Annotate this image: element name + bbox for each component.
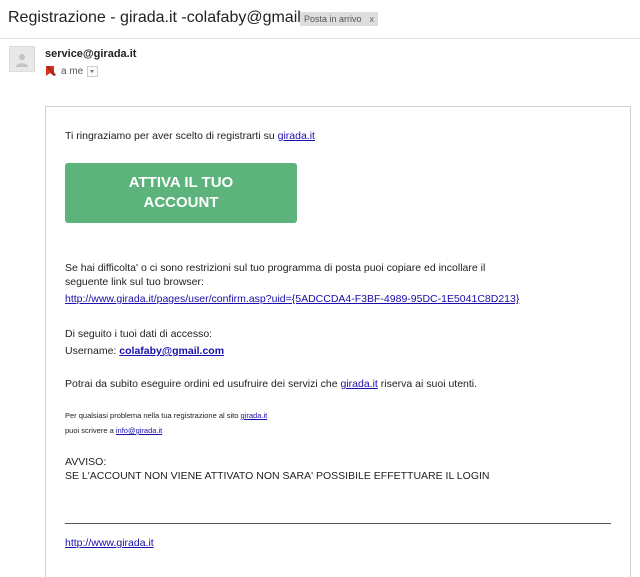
footer-girada-link[interactable]: http://www.girada.it <box>65 537 154 549</box>
activate-account-button[interactable]: ATTIVA IL TUO ACCOUNT <box>65 163 297 223</box>
services-tail: riserva ai suoi utenti. <box>377 378 478 390</box>
problem-line: Per qualsiasi problema nella tua registr… <box>65 411 267 420</box>
username-row: Username: colafaby@gmail.com <box>65 345 224 357</box>
thanks-line: Ti ringraziamo per aver scelto di regist… <box>65 130 315 142</box>
footer-link-row: http://www.girada.it <box>65 537 154 549</box>
problem-girada-link[interactable]: girada.it <box>241 411 268 420</box>
confirm-link[interactable]: http://www.girada.it/pages/user/confirm.… <box>65 293 519 305</box>
girada-link[interactable]: girada.it <box>278 130 315 142</box>
thanks-text: Ti ringraziamo per aver scelto di regist… <box>65 130 278 142</box>
inbox-label[interactable]: Posta in arrivo x <box>300 12 379 26</box>
recipient-row: a me <box>45 64 99 78</box>
access-heading: Di seguito i tuoi dati di accesso: <box>65 328 213 340</box>
confirm-link-row: http://www.girada.it/pages/user/confirm.… <box>65 293 519 305</box>
services-text: Potrai da subito eseguire ordini ed usuf… <box>65 378 341 390</box>
footer-divider <box>65 523 611 524</box>
problem-text: Per qualsiasi problema nella tua registr… <box>65 411 241 420</box>
subject-bar: Registrazione - girada.it -colafaby@gmai… <box>0 0 640 39</box>
person-icon <box>16 54 28 67</box>
info-email-link[interactable]: info@girada.it <box>116 426 162 435</box>
write-text: puoi scrivere a <box>65 426 116 435</box>
activate-button-line-1: ATTIVA IL TUO <box>128 174 234 191</box>
trouble-line-1: Se hai difficolta' o ci sono restrizioni… <box>65 262 486 274</box>
remove-label-icon[interactable]: x <box>370 14 375 24</box>
trouble-line-2: seguente link sul tuo browser: <box>65 276 204 288</box>
email-body-card: Ti ringraziamo per aver scelto di regist… <box>45 106 631 577</box>
activate-button-line-2: ACCOUNT <box>143 194 219 211</box>
email-subject: Registrazione - girada.it -colafaby@gmai… <box>8 9 336 26</box>
sender-avatar[interactable] <box>9 46 35 72</box>
services-girada-link[interactable]: girada.it <box>340 378 377 390</box>
services-line: Potrai da subito eseguire ordini ed usuf… <box>65 378 477 390</box>
warning-text: SE L'ACCOUNT NON VIENE ATTIVATO NON SARA… <box>65 470 490 482</box>
warning-title: AVVISO: <box>65 456 107 468</box>
username-link[interactable]: colafaby@gmail.com <box>119 345 224 357</box>
username-label: Username: <box>65 345 120 357</box>
importance-marker-icon[interactable] <box>45 65 57 77</box>
sender-address[interactable]: service@girada.it <box>45 48 136 60</box>
recipient-text: a me <box>61 65 84 77</box>
write-line: puoi scrivere a info@girada.it <box>65 426 162 435</box>
inbox-label-text: Posta in arrivo <box>304 14 362 24</box>
recipient-details-dropdown[interactable] <box>87 65 99 77</box>
